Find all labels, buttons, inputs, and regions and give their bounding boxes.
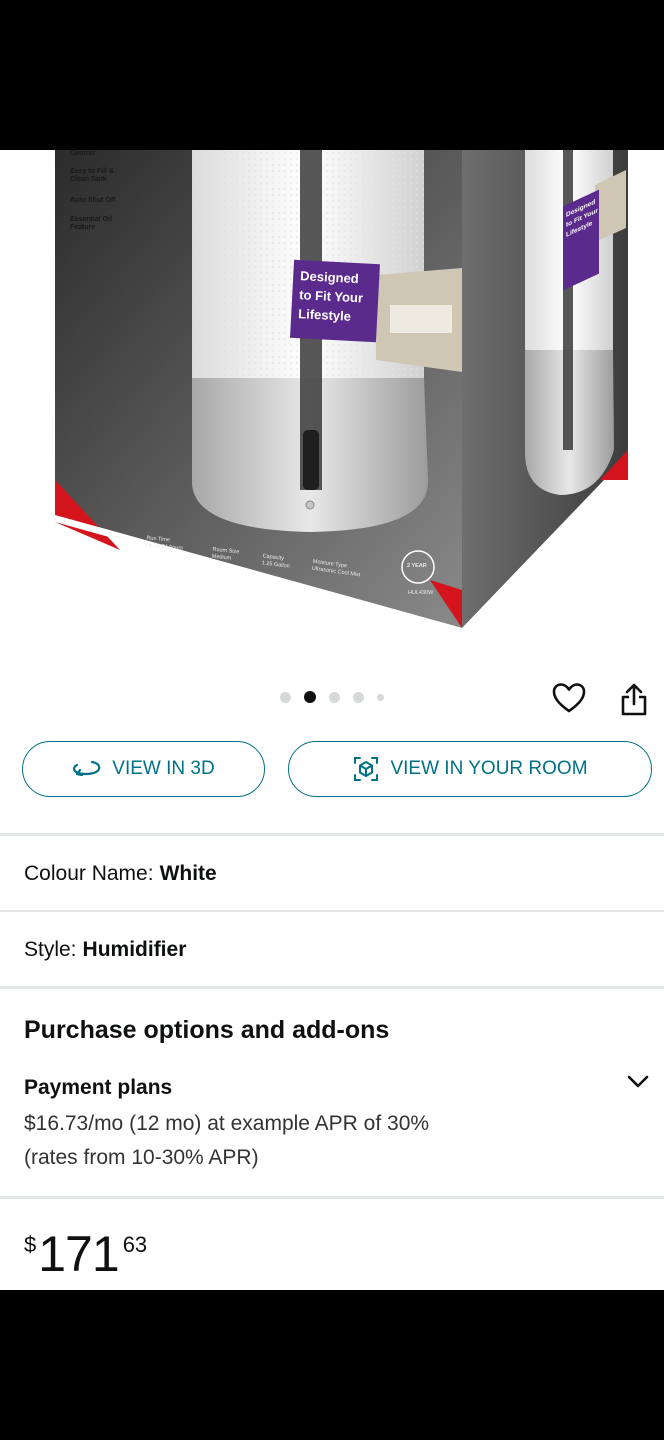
carousel-dot[interactable] — [280, 691, 291, 703]
chevron-down-icon[interactable] — [626, 1072, 650, 1092]
divider — [0, 910, 664, 912]
price-whole: 171 — [38, 1226, 119, 1282]
price-fraction: 63 — [122, 1232, 148, 1257]
divider — [0, 1196, 664, 1199]
view-in-your-room-button[interactable]: VIEW IN YOUR ROOM — [288, 741, 652, 797]
share-icon[interactable] — [620, 682, 648, 716]
colour-label: Colour Name: — [24, 862, 154, 885]
product-detail-screen: Control Easy to Fill & Clean Tank Auto S… — [0, 150, 664, 1290]
style-label: Style: — [24, 938, 77, 961]
feature-control: Control — [70, 150, 95, 157]
view-in-3d-button[interactable]: VIEW IN 3D — [22, 741, 265, 797]
model-code: HUL430W — [408, 590, 434, 596]
carousel-dot[interactable] — [377, 693, 384, 701]
feature-auto-shut-off: Auto Shut Off — [70, 197, 116, 204]
style-selector[interactable]: Style: Humidifier — [24, 938, 186, 962]
carousel-dot-active[interactable] — [304, 691, 316, 703]
carousel-dot[interactable] — [353, 691, 364, 703]
carousel-dot[interactable] — [329, 691, 340, 703]
style-value: Humidifier — [82, 938, 187, 961]
rotate-3d-icon — [73, 760, 101, 777]
status-bar-area — [0, 0, 664, 150]
price: $ 171 63 — [24, 1226, 147, 1282]
colour-selector[interactable]: Colour Name: White — [24, 862, 217, 886]
divider — [0, 833, 664, 836]
price-symbol: $ — [24, 1232, 37, 1257]
payment-plan-detail: $16.73/mo (12 mo) at example APR of 30% — [24, 1112, 430, 1135]
purchase-options-heading: Purchase options and add-ons — [24, 1016, 390, 1044]
feature-essential-oil: Essential Oil Feature — [70, 216, 113, 231]
payment-plans-heading[interactable]: Payment plans — [24, 1076, 172, 1100]
colour-value: White — [159, 862, 217, 885]
divider — [0, 986, 664, 989]
warranty-badge: 2 YEAR — [407, 563, 427, 569]
ar-cube-icon — [354, 757, 379, 781]
heart-icon[interactable] — [552, 682, 586, 714]
spec-room-size: Room Size Medium — [211, 546, 240, 562]
designed-tag: Designed to Fit Your Lifestyle — [290, 259, 380, 343]
payment-plan-rates: (rates from 10-30% APR) — [24, 1146, 259, 1169]
product-image[interactable]: Control Easy to Fill & Clean Tank Auto S… — [0, 150, 664, 635]
view-in-3d-label: VIEW IN 3D — [112, 758, 215, 779]
designed-tag-side: Designed to Fit Your Lifestyle — [563, 189, 599, 291]
view-in-your-room-label: VIEW IN YOUR ROOM — [390, 758, 588, 779]
navigation-bar-area — [0, 1290, 664, 1440]
feature-easy-fill: Easy to Fill & Clean Tank — [70, 168, 114, 183]
image-carousel-dots[interactable] — [280, 691, 384, 703]
